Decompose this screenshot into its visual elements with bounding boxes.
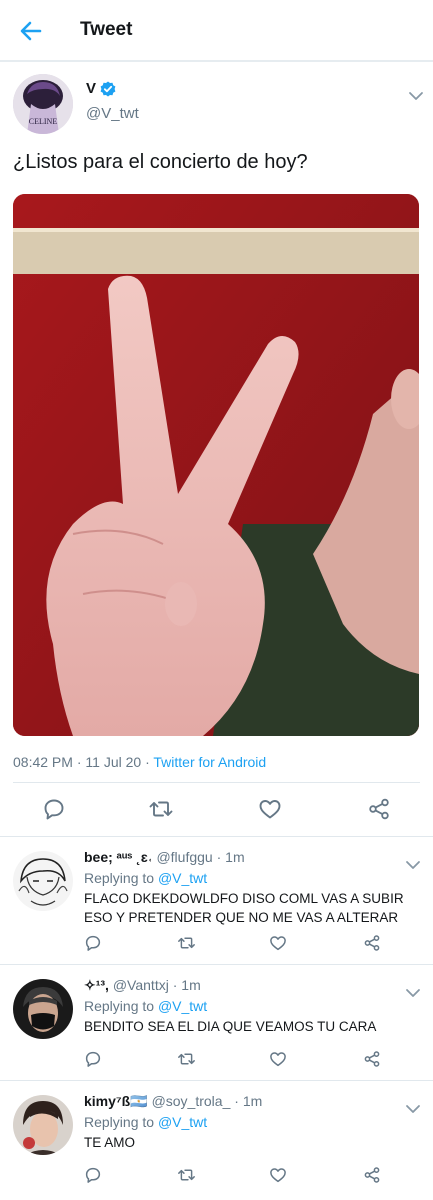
- share-icon: [364, 935, 380, 951]
- reply-tweet[interactable]: ✧¹³, @Vanttxj · 1m Replying to @V_twt BE…: [0, 964, 433, 1080]
- retweet-icon: [149, 801, 173, 817]
- back-button[interactable]: [14, 16, 48, 46]
- reply-time: 1m: [242, 1093, 263, 1109]
- reply-text: FLACO DKEKDOWLDFO DISO COML VAS A SUBIR …: [84, 891, 404, 925]
- reply-header: ✧¹³, @Vanttxj · 1m: [84, 977, 201, 994]
- replying-to: Replying to @V_twt: [84, 998, 207, 1014]
- reply-actions: [0, 1049, 433, 1073]
- chevron-down-icon: [406, 1105, 420, 1113]
- reply-avatar[interactable]: [13, 979, 73, 1039]
- reply-menu-button[interactable]: [405, 985, 421, 997]
- author-avatar[interactable]: CELINE: [13, 74, 73, 134]
- reply-menu-button[interactable]: [405, 1101, 421, 1113]
- chevron-down-icon: [406, 989, 420, 997]
- share-button[interactable]: [362, 1049, 382, 1069]
- avatar-image: [13, 851, 73, 911]
- top-bar: Tweet: [0, 0, 433, 62]
- like-button[interactable]: [268, 1049, 288, 1069]
- verified-badge-icon: [100, 81, 116, 97]
- share-button[interactable]: [366, 796, 392, 822]
- retweet-button[interactable]: [176, 933, 196, 953]
- author-name[interactable]: V: [86, 80, 96, 97]
- reply-header: kimy⁷ß🇦🇷 @soy_trola_ · 1m: [84, 1093, 262, 1110]
- tweet-text: ¿Listos para el concierto de hoy?: [13, 151, 308, 173]
- retweet-button[interactable]: [176, 1049, 196, 1069]
- share-icon: [369, 798, 389, 820]
- meta-separator: ·: [216, 849, 222, 865]
- avatar-image: [13, 1095, 73, 1155]
- like-button[interactable]: [257, 796, 283, 822]
- reply-tweet[interactable]: kimy⁷ß🇦🇷 @soy_trola_ · 1m Replying to @V…: [0, 1080, 433, 1200]
- replying-to: Replying to @V_twt: [84, 870, 207, 886]
- reply-author-name[interactable]: kimy⁷ß🇦🇷: [84, 1093, 148, 1109]
- reply-author-name[interactable]: bee; ᵃᵘˢ ˛ɛ˓: [84, 849, 153, 865]
- reply-avatar[interactable]: [13, 1095, 73, 1155]
- replying-to-label: Replying to: [84, 998, 155, 1014]
- reply-button[interactable]: [83, 933, 103, 953]
- replying-to-label: Replying to: [84, 870, 155, 886]
- heart-icon: [259, 800, 281, 819]
- replying-to-handle[interactable]: @V_twt: [158, 1114, 207, 1130]
- reply-header: bee; ᵃᵘˢ ˛ɛ˓ @flufggu · 1m: [84, 849, 245, 865]
- avatar-logo-text: CELINE: [29, 117, 58, 126]
- replying-to-handle[interactable]: @V_twt: [158, 870, 207, 886]
- chevron-down-icon: [409, 92, 423, 100]
- reply-author-handle[interactable]: @soy_trola_: [152, 1093, 231, 1109]
- reply-menu-button[interactable]: [405, 857, 421, 869]
- author-handle[interactable]: @V_twt: [86, 105, 139, 122]
- like-button[interactable]: [268, 1165, 288, 1185]
- like-button[interactable]: [268, 933, 288, 953]
- reply-text: BENDITO SEA EL DIA QUE VEAMOS TU CARA: [84, 1019, 377, 1034]
- reply-author-name[interactable]: ✧¹³,: [84, 977, 109, 993]
- reply-actions: [0, 1165, 433, 1189]
- share-button[interactable]: [362, 1165, 382, 1185]
- reply-actions: [0, 933, 433, 957]
- share-icon: [364, 1051, 380, 1067]
- tweet-actions: [0, 728, 433, 820]
- replying-to-handle[interactable]: @V_twt: [158, 998, 207, 1014]
- chevron-down-icon: [406, 861, 420, 869]
- reply-button[interactable]: [83, 1165, 103, 1185]
- reply-author-handle[interactable]: @Vanttxj: [113, 977, 169, 993]
- heart-icon: [270, 936, 286, 951]
- tweet-menu-button[interactable]: [408, 88, 424, 100]
- reply-author-handle[interactable]: @flufggu: [156, 849, 212, 865]
- reply-icon: [85, 935, 101, 951]
- retweet-button[interactable]: [176, 1165, 196, 1185]
- heart-icon: [270, 1052, 286, 1067]
- reply-icon: [85, 1051, 101, 1067]
- retweet-button[interactable]: [148, 796, 174, 822]
- replying-to: Replying to @V_twt: [84, 1114, 207, 1130]
- reply-avatar[interactable]: [13, 851, 73, 911]
- retweet-icon: [177, 937, 195, 949]
- avatar-image: CELINE: [13, 74, 73, 134]
- page-title: Tweet: [80, 19, 133, 40]
- retweet-icon: [177, 1169, 195, 1181]
- reply-time: 1m: [181, 977, 201, 993]
- share-icon: [364, 1167, 380, 1183]
- meta-separator: ·: [234, 1093, 239, 1109]
- back-arrow-icon: [20, 21, 42, 41]
- heart-icon: [270, 1168, 286, 1183]
- retweet-icon: [177, 1053, 195, 1065]
- tweet-photo[interactable]: [13, 194, 419, 736]
- share-button[interactable]: [362, 933, 382, 953]
- divider: [13, 782, 420, 783]
- reply-button[interactable]: [83, 1049, 103, 1069]
- meta-separator: ·: [172, 977, 178, 993]
- avatar-image: [13, 979, 73, 1039]
- replying-to-label: Replying to: [84, 1114, 155, 1130]
- reply-tweet[interactable]: bee; ᵃᵘˢ ˛ɛ˓ @flufggu · 1m Replying to @…: [0, 836, 433, 964]
- reply-text: TE AMO: [84, 1135, 136, 1150]
- reply-time: 1m: [225, 849, 245, 865]
- reply-icon: [85, 1167, 101, 1183]
- reply-button[interactable]: [41, 796, 67, 822]
- peace-sign-photo: [13, 194, 419, 736]
- reply-icon: [44, 799, 64, 820]
